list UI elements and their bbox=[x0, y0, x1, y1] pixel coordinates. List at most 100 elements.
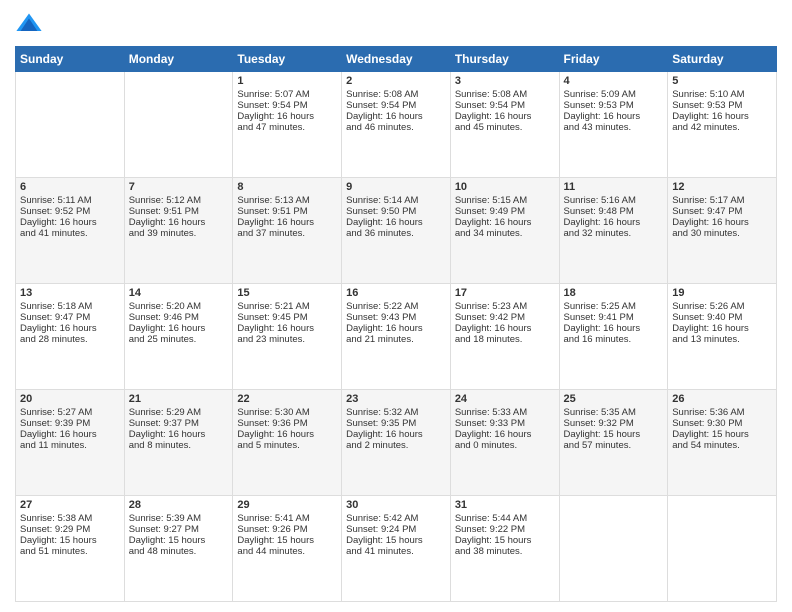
calendar-cell: 26Sunrise: 5:36 AMSunset: 9:30 PMDayligh… bbox=[668, 390, 777, 496]
cell-line: Sunrise: 5:41 AM bbox=[237, 513, 337, 524]
cell-line: Sunset: 9:46 PM bbox=[129, 312, 229, 323]
cell-line: and 42 minutes. bbox=[672, 122, 772, 133]
cell-line: Sunrise: 5:39 AM bbox=[129, 513, 229, 524]
cell-line: Sunrise: 5:12 AM bbox=[129, 195, 229, 206]
day-number: 28 bbox=[129, 499, 229, 511]
day-number: 5 bbox=[672, 75, 772, 87]
calendar-cell: 12Sunrise: 5:17 AMSunset: 9:47 PMDayligh… bbox=[668, 178, 777, 284]
cell-line: and 57 minutes. bbox=[564, 440, 664, 451]
cell-line: Daylight: 16 hours bbox=[564, 217, 664, 228]
logo bbox=[15, 10, 47, 38]
cell-line: Daylight: 15 hours bbox=[346, 535, 446, 546]
cell-line: and 41 minutes. bbox=[346, 546, 446, 557]
cell-line: Sunrise: 5:11 AM bbox=[20, 195, 120, 206]
calendar-cell: 9Sunrise: 5:14 AMSunset: 9:50 PMDaylight… bbox=[342, 178, 451, 284]
cell-line: and 32 minutes. bbox=[564, 228, 664, 239]
cell-line: Sunset: 9:49 PM bbox=[455, 206, 555, 217]
cell-line: Daylight: 15 hours bbox=[237, 535, 337, 546]
calendar-cell: 10Sunrise: 5:15 AMSunset: 9:49 PMDayligh… bbox=[450, 178, 559, 284]
cell-line: Sunrise: 5:14 AM bbox=[346, 195, 446, 206]
cell-line: Sunrise: 5:17 AM bbox=[672, 195, 772, 206]
day-number: 1 bbox=[237, 75, 337, 87]
cell-line: Sunset: 9:33 PM bbox=[455, 418, 555, 429]
calendar-cell: 23Sunrise: 5:32 AMSunset: 9:35 PMDayligh… bbox=[342, 390, 451, 496]
calendar-cell: 16Sunrise: 5:22 AMSunset: 9:43 PMDayligh… bbox=[342, 284, 451, 390]
cell-line: Sunset: 9:32 PM bbox=[564, 418, 664, 429]
cell-line: and 37 minutes. bbox=[237, 228, 337, 239]
calendar-cell: 17Sunrise: 5:23 AMSunset: 9:42 PMDayligh… bbox=[450, 284, 559, 390]
calendar-row-4: 27Sunrise: 5:38 AMSunset: 9:29 PMDayligh… bbox=[16, 496, 777, 602]
cell-line: Sunset: 9:51 PM bbox=[237, 206, 337, 217]
cell-line: and 18 minutes. bbox=[455, 334, 555, 345]
cell-line: Sunrise: 5:26 AM bbox=[672, 301, 772, 312]
cell-line: and 0 minutes. bbox=[455, 440, 555, 451]
cell-line: Daylight: 16 hours bbox=[346, 429, 446, 440]
day-number: 12 bbox=[672, 181, 772, 193]
calendar-cell: 7Sunrise: 5:12 AMSunset: 9:51 PMDaylight… bbox=[124, 178, 233, 284]
cell-line: Sunset: 9:27 PM bbox=[129, 524, 229, 535]
cell-line: Daylight: 16 hours bbox=[346, 323, 446, 334]
cell-line: and 16 minutes. bbox=[564, 334, 664, 345]
calendar-row-3: 20Sunrise: 5:27 AMSunset: 9:39 PMDayligh… bbox=[16, 390, 777, 496]
cell-line: and 38 minutes. bbox=[455, 546, 555, 557]
cell-line: Sunrise: 5:23 AM bbox=[455, 301, 555, 312]
page: SundayMondayTuesdayWednesdayThursdayFrid… bbox=[0, 0, 792, 612]
cell-line: and 54 minutes. bbox=[672, 440, 772, 451]
day-number: 22 bbox=[237, 393, 337, 405]
cell-line: Sunset: 9:36 PM bbox=[237, 418, 337, 429]
cell-line: Sunrise: 5:16 AM bbox=[564, 195, 664, 206]
cell-line: Sunset: 9:24 PM bbox=[346, 524, 446, 535]
cell-line: and 47 minutes. bbox=[237, 122, 337, 133]
cell-line: Sunrise: 5:10 AM bbox=[672, 89, 772, 100]
calendar-header-row: SundayMondayTuesdayWednesdayThursdayFrid… bbox=[16, 47, 777, 72]
cell-line: and 11 minutes. bbox=[20, 440, 120, 451]
calendar-cell: 19Sunrise: 5:26 AMSunset: 9:40 PMDayligh… bbox=[668, 284, 777, 390]
cell-line: Daylight: 16 hours bbox=[237, 217, 337, 228]
calendar-cell: 25Sunrise: 5:35 AMSunset: 9:32 PMDayligh… bbox=[559, 390, 668, 496]
calendar-row-1: 6Sunrise: 5:11 AMSunset: 9:52 PMDaylight… bbox=[16, 178, 777, 284]
cell-line: Daylight: 16 hours bbox=[672, 111, 772, 122]
calendar-cell: 11Sunrise: 5:16 AMSunset: 9:48 PMDayligh… bbox=[559, 178, 668, 284]
cell-line: Daylight: 16 hours bbox=[564, 111, 664, 122]
cell-line: Daylight: 16 hours bbox=[346, 111, 446, 122]
cell-line: and 34 minutes. bbox=[455, 228, 555, 239]
cell-line: Daylight: 15 hours bbox=[564, 429, 664, 440]
day-number: 23 bbox=[346, 393, 446, 405]
cell-line: Sunrise: 5:42 AM bbox=[346, 513, 446, 524]
day-number: 15 bbox=[237, 287, 337, 299]
cell-line: Daylight: 16 hours bbox=[455, 323, 555, 334]
cell-line: Sunset: 9:54 PM bbox=[237, 100, 337, 111]
day-number: 6 bbox=[20, 181, 120, 193]
cell-line: and 39 minutes. bbox=[129, 228, 229, 239]
calendar-cell bbox=[559, 496, 668, 602]
day-number: 10 bbox=[455, 181, 555, 193]
calendar-cell: 29Sunrise: 5:41 AMSunset: 9:26 PMDayligh… bbox=[233, 496, 342, 602]
cell-line: and 5 minutes. bbox=[237, 440, 337, 451]
day-number: 29 bbox=[237, 499, 337, 511]
day-number: 18 bbox=[564, 287, 664, 299]
day-number: 21 bbox=[129, 393, 229, 405]
day-number: 4 bbox=[564, 75, 664, 87]
cell-line: Daylight: 15 hours bbox=[20, 535, 120, 546]
cell-line: and 13 minutes. bbox=[672, 334, 772, 345]
cell-line: Sunrise: 5:20 AM bbox=[129, 301, 229, 312]
day-number: 24 bbox=[455, 393, 555, 405]
col-header-friday: Friday bbox=[559, 47, 668, 72]
cell-line: Daylight: 16 hours bbox=[455, 429, 555, 440]
calendar-cell: 1Sunrise: 5:07 AMSunset: 9:54 PMDaylight… bbox=[233, 72, 342, 178]
day-number: 3 bbox=[455, 75, 555, 87]
cell-line: Sunset: 9:47 PM bbox=[672, 206, 772, 217]
cell-line: Sunrise: 5:21 AM bbox=[237, 301, 337, 312]
cell-line: Daylight: 16 hours bbox=[237, 111, 337, 122]
cell-line: and 2 minutes. bbox=[346, 440, 446, 451]
cell-line: and 30 minutes. bbox=[672, 228, 772, 239]
cell-line: Daylight: 16 hours bbox=[455, 217, 555, 228]
calendar-cell: 21Sunrise: 5:29 AMSunset: 9:37 PMDayligh… bbox=[124, 390, 233, 496]
calendar-cell: 13Sunrise: 5:18 AMSunset: 9:47 PMDayligh… bbox=[16, 284, 125, 390]
calendar-row-0: 1Sunrise: 5:07 AMSunset: 9:54 PMDaylight… bbox=[16, 72, 777, 178]
cell-line: and 25 minutes. bbox=[129, 334, 229, 345]
cell-line: Sunset: 9:22 PM bbox=[455, 524, 555, 535]
cell-line: Daylight: 16 hours bbox=[20, 323, 120, 334]
cell-line: Daylight: 16 hours bbox=[237, 323, 337, 334]
cell-line: Sunset: 9:51 PM bbox=[129, 206, 229, 217]
